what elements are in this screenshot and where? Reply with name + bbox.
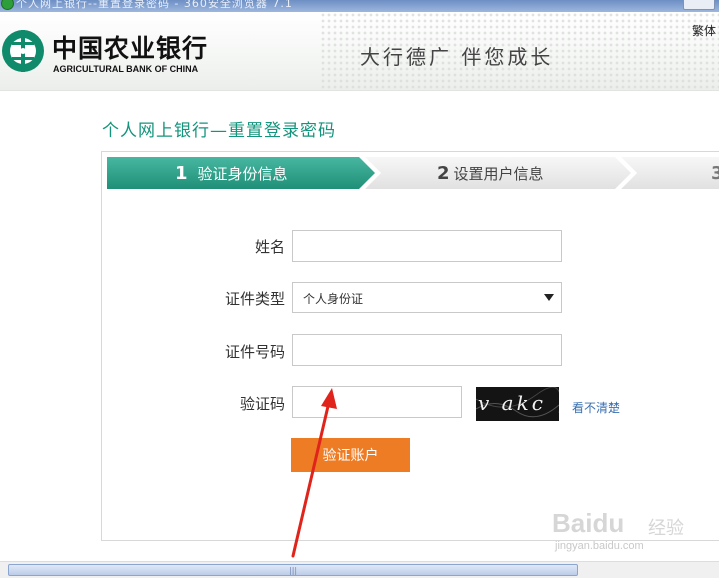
id-number-label: 证件号码 [224, 343, 285, 361]
site-header: 中国农业银行 AGRICULTURAL BANK OF CHINA 大行德广 伴… [0, 12, 719, 91]
baidu-watermark: Baidu 经验 jingyan.baidu.com [552, 508, 712, 554]
step-indicator: 1 验证身份信息 2 设置用户信息 3 [107, 157, 719, 189]
abc-logo-icon [2, 30, 44, 72]
captcha-text: v akc [478, 391, 546, 415]
watermark-url: jingyan.baidu.com [555, 540, 644, 552]
refresh-captcha-link[interactable]: 看不清楚 [572, 399, 620, 416]
bank-slogan: 大行德广 伴您成长 [360, 45, 554, 69]
scrollbar-grip-icon: ||| [289, 566, 298, 575]
page-title: 个人网上银行—重置登录密码 [102, 121, 336, 141]
verify-account-button[interactable]: 验证账户 [291, 438, 410, 472]
browser-favicon-icon [1, 0, 14, 10]
watermark-jingyan: 经验 [648, 518, 684, 539]
step-3-label: 3 [711, 163, 719, 184]
scrollbar-thumb[interactable]: ||| [8, 564, 578, 576]
traditional-chinese-link[interactable]: 繁体 [692, 22, 716, 39]
horizontal-scrollbar[interactable]: ||| [0, 561, 719, 578]
bank-name-cn: 中国农业银行 [52, 34, 209, 63]
browser-title-bar: 个人网上银行--重置登录密码 - 360安全浏览器 7.1 [0, 0, 719, 12]
step-2-label: 2 设置用户信息 [437, 163, 544, 184]
id-type-label: 证件类型 [224, 290, 285, 308]
step-1-label: 1 验证身份信息 [175, 163, 288, 184]
window-control-button[interactable] [683, 0, 715, 10]
id-type-select[interactable]: 个人身份证 [292, 282, 562, 313]
name-input[interactable] [292, 230, 562, 262]
bank-name-en: AGRICULTURAL BANK OF CHINA [53, 64, 199, 74]
captcha-image[interactable]: v akc [476, 387, 559, 421]
id-number-input[interactable] [292, 334, 562, 366]
captcha-label: 验证码 [239, 395, 285, 413]
id-type-selected-value: 个人身份证 [303, 292, 364, 306]
name-label: 姓名 [254, 238, 285, 256]
browser-title-text: 个人网上银行--重置登录密码 - 360安全浏览器 7.1 [16, 0, 293, 10]
captcha-input[interactable] [292, 386, 462, 418]
watermark-brand: Baidu [552, 508, 625, 538]
dropdown-arrow-icon [544, 294, 554, 301]
